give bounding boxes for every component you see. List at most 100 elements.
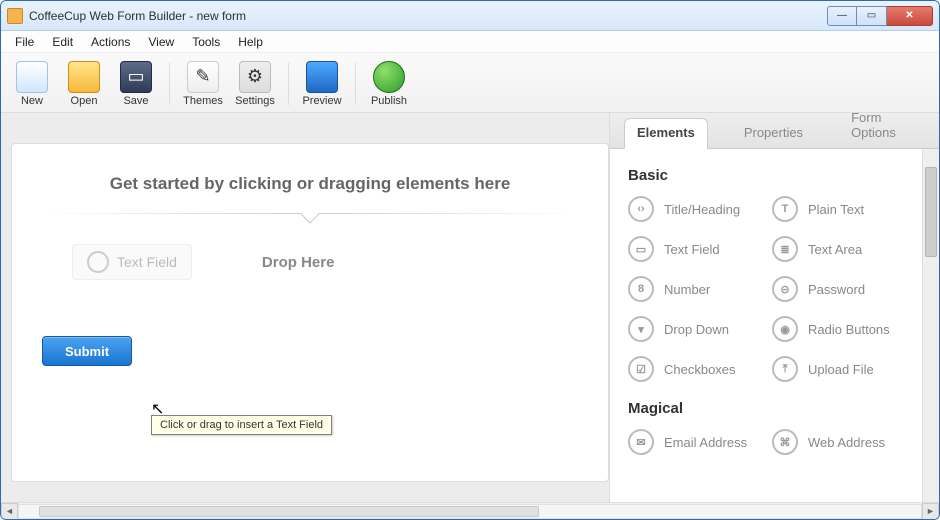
tooltip: Click or drag to insert a Text Field bbox=[151, 415, 332, 435]
close-button[interactable]: ✕ bbox=[887, 6, 933, 26]
panel-tabs: Elements Properties Form Options bbox=[610, 113, 939, 149]
toolbar: New Open ▭Save ✎ Themes ⚙ Settings Preview… bbox=[1, 53, 939, 113]
save-label: Save bbox=[123, 95, 148, 107]
element-label: Radio Buttons bbox=[808, 322, 890, 337]
toolbar-separator bbox=[355, 63, 356, 105]
menu-tools[interactable]: Tools bbox=[192, 35, 220, 49]
app-icon bbox=[7, 8, 23, 24]
element-password[interactable]: ⊝ Password bbox=[772, 276, 908, 302]
element-label: Text Area bbox=[808, 242, 862, 257]
themes-button[interactable]: ✎ Themes bbox=[180, 58, 226, 110]
tab-properties[interactable]: Properties bbox=[732, 119, 815, 148]
element-label: Plain Text bbox=[808, 202, 864, 217]
preview-icon bbox=[306, 61, 338, 93]
app-window: CoffeeCup Web Form Builder - new form — … bbox=[0, 0, 940, 520]
element-label: Upload File bbox=[808, 362, 874, 377]
minimize-button[interactable]: — bbox=[827, 6, 857, 26]
link-icon: ⌘ bbox=[772, 429, 798, 455]
element-text-area[interactable]: ≣ Text Area bbox=[772, 236, 908, 262]
settings-button[interactable]: ⚙ Settings bbox=[232, 58, 278, 110]
element-label: Web Address bbox=[808, 435, 885, 450]
divider-arrow-icon bbox=[42, 204, 578, 224]
element-label: Drop Down bbox=[664, 322, 729, 337]
menu-actions[interactable]: Actions bbox=[91, 35, 130, 49]
drop-row: Text Field Drop Here bbox=[72, 244, 578, 280]
email-icon: ✉ bbox=[628, 429, 654, 455]
settings-label: Settings bbox=[235, 95, 275, 107]
scrollbar-thumb[interactable] bbox=[925, 167, 937, 257]
checkbox-icon: ☑ bbox=[628, 356, 654, 382]
element-plain-text[interactable]: T Plain Text bbox=[772, 196, 908, 222]
menu-file[interactable]: File bbox=[15, 35, 34, 49]
drop-here-label: Drop Here bbox=[262, 254, 335, 271]
titlebar[interactable]: CoffeeCup Web Form Builder - new form — … bbox=[1, 1, 939, 31]
element-label: Email Address bbox=[664, 435, 747, 450]
element-web-address[interactable]: ⌘ Web Address bbox=[772, 429, 908, 455]
toolbar-separator bbox=[169, 63, 170, 105]
element-label: Title/Heading bbox=[664, 202, 740, 217]
horizontal-scrollbar[interactable]: ◄ ► bbox=[1, 502, 939, 519]
menu-bar: File Edit Actions View Tools Help bbox=[1, 31, 939, 53]
heading-icon: ‹› bbox=[628, 196, 654, 222]
scroll-left-button[interactable]: ◄ bbox=[1, 503, 18, 520]
window-title: CoffeeCup Web Form Builder - new form bbox=[29, 9, 246, 23]
text-area-icon: ≣ bbox=[772, 236, 798, 262]
basic-elements-grid: ‹›Title/Heading TPlain Text ▭Text Field … bbox=[628, 196, 908, 382]
element-checkboxes[interactable]: ☑ Checkboxes bbox=[628, 356, 764, 382]
scroll-track[interactable] bbox=[18, 504, 922, 519]
category-basic: Basic bbox=[628, 167, 908, 184]
plain-text-icon: T bbox=[772, 196, 798, 222]
new-button[interactable]: New bbox=[9, 58, 55, 110]
toolbar-separator bbox=[288, 63, 289, 105]
element-drop-down[interactable]: ▾ Drop Down bbox=[628, 316, 764, 342]
open-icon bbox=[68, 61, 100, 93]
right-panel: Elements Properties Form Options Basic ‹… bbox=[609, 113, 939, 502]
element-upload-file[interactable]: ⤒ Upload File bbox=[772, 356, 908, 382]
category-magical: Magical bbox=[628, 400, 908, 417]
magical-elements-grid: ✉ Email Address ⌘ Web Address bbox=[628, 429, 908, 455]
publish-label: Publish bbox=[371, 95, 407, 107]
open-label: Open bbox=[71, 95, 98, 107]
publish-icon bbox=[373, 61, 405, 93]
elements-panel[interactable]: Basic ‹›Title/Heading TPlain Text ▭Text … bbox=[610, 149, 922, 502]
drop-down-icon: ▾ bbox=[628, 316, 654, 342]
window-controls: — ▭ ✕ bbox=[827, 6, 933, 26]
tab-elements[interactable]: Elements bbox=[624, 118, 708, 149]
maximize-button[interactable]: ▭ bbox=[857, 6, 887, 26]
themes-icon: ✎ bbox=[187, 61, 219, 93]
text-field-icon bbox=[87, 251, 109, 273]
element-radio-buttons[interactable]: ◉ Radio Buttons bbox=[772, 316, 908, 342]
ghost-label: Text Field bbox=[117, 254, 177, 270]
open-button[interactable]: Open bbox=[61, 58, 107, 110]
text-field-icon: ▭ bbox=[628, 236, 654, 262]
menu-help[interactable]: Help bbox=[238, 35, 263, 49]
element-email-address[interactable]: ✉ Email Address bbox=[628, 429, 764, 455]
number-icon: 8 bbox=[628, 276, 654, 302]
preview-button[interactable]: Preview bbox=[299, 58, 345, 110]
themes-label: Themes bbox=[183, 95, 223, 107]
tab-form-options[interactable]: Form Options bbox=[839, 104, 929, 148]
menu-edit[interactable]: Edit bbox=[52, 35, 73, 49]
element-title-heading[interactable]: ‹› Title/Heading bbox=[628, 196, 764, 222]
publish-button[interactable]: Publish bbox=[366, 58, 412, 110]
scroll-thumb[interactable] bbox=[39, 506, 539, 517]
save-button[interactable]: ▭Save bbox=[113, 58, 159, 110]
canvas-heading: Get started by clicking or dragging elem… bbox=[42, 174, 578, 194]
submit-button[interactable]: Submit bbox=[42, 336, 132, 366]
radio-icon: ◉ bbox=[772, 316, 798, 342]
upload-icon: ⤒ bbox=[772, 356, 798, 382]
password-icon: ⊝ bbox=[772, 276, 798, 302]
settings-icon: ⚙ bbox=[239, 61, 271, 93]
canvas-area[interactable]: Get started by clicking or dragging elem… bbox=[1, 113, 609, 502]
element-text-field[interactable]: ▭Text Field bbox=[628, 236, 764, 262]
scroll-right-button[interactable]: ► bbox=[922, 503, 939, 520]
element-number[interactable]: 8 Number bbox=[628, 276, 764, 302]
ghost-text-field[interactable]: Text Field bbox=[72, 244, 192, 280]
element-label: Number bbox=[664, 282, 710, 297]
element-label: Password bbox=[808, 282, 865, 297]
preview-label: Preview bbox=[302, 95, 341, 107]
new-label: New bbox=[21, 95, 43, 107]
element-label: Checkboxes bbox=[664, 362, 736, 377]
panel-scrollbar[interactable] bbox=[922, 149, 939, 502]
menu-view[interactable]: View bbox=[148, 35, 174, 49]
